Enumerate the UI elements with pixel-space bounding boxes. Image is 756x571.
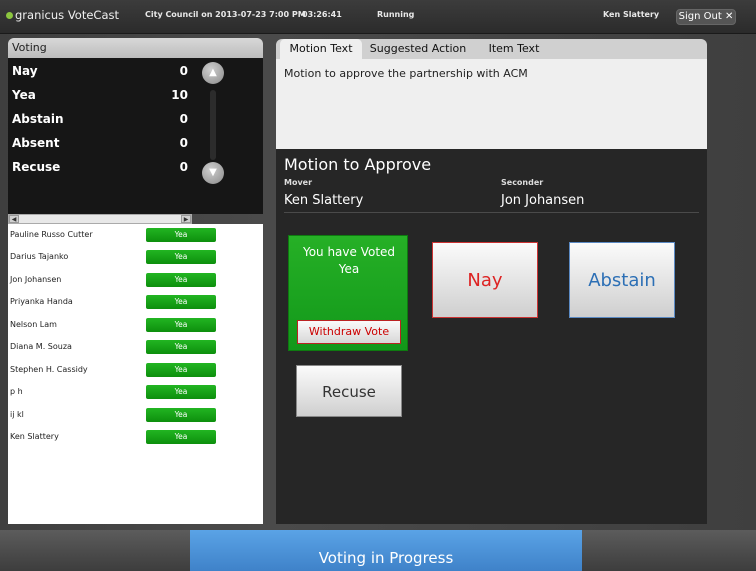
list-item: Priyanka Handa Yea — [8, 291, 263, 313]
tally-row-yea: Yea 10 — [8, 84, 188, 108]
member-name: Nelson Lam — [10, 320, 57, 329]
member-name: Jon Johansen — [10, 275, 62, 284]
voting-status-banner: Voting in Progress — [190, 530, 582, 571]
member-name: p h — [10, 387, 23, 396]
current-user: Ken Slattery — [603, 10, 660, 19]
scroll-thumb[interactable] — [210, 90, 216, 160]
list-item: Ken Slattery Yea — [8, 426, 263, 448]
member-name: Diana M. Souza — [10, 342, 72, 351]
member-vote-badge: Yea — [146, 363, 216, 377]
member-vote-badge: Yea — [146, 295, 216, 309]
member-name: Priyanka Handa — [10, 297, 73, 306]
horizontal-scrollbar[interactable]: ◀ ▶ — [8, 214, 192, 224]
list-item: Pauline Russo Cutter Yea — [8, 224, 263, 246]
motion-title: Motion to Approve — [284, 155, 432, 174]
list-item: Nelson Lam Yea — [8, 314, 263, 336]
abstain-button[interactable]: Abstain — [569, 242, 675, 318]
list-item: ij kl Yea — [8, 404, 263, 426]
tally-scrollbar[interactable]: ▲ ▼ — [198, 62, 228, 192]
tally-row-nay: Nay 0 — [8, 60, 188, 84]
tally-count: 0 — [179, 160, 188, 174]
mover-name: Ken Slattery — [284, 193, 364, 208]
member-vote-list: Pauline Russo Cutter Yea Darius Tajanko … — [8, 224, 263, 524]
meeting-title: City Council on 2013-07-23 7:00 PM — [145, 10, 306, 19]
tally-label: Recuse — [12, 160, 61, 174]
member-name: ij kl — [10, 410, 24, 419]
voted-status-box: You have Voted Yea Withdraw Vote — [288, 235, 408, 351]
list-item: p h Yea — [8, 381, 263, 403]
member-name: Ken Slattery — [10, 432, 59, 441]
tally-row-absent: Absent 0 — [8, 132, 188, 156]
app-logo: granicus VoteCast — [6, 0, 119, 30]
member-vote-badge: Yea — [146, 318, 216, 332]
motion-tabs: Motion Text Suggested Action Item Text — [276, 39, 707, 59]
withdraw-vote-button[interactable]: Withdraw Vote — [297, 320, 401, 344]
granicus-logo-icon — [6, 12, 13, 19]
tally-count: 10 — [171, 88, 188, 102]
list-item: Diana M. Souza Yea — [8, 336, 263, 358]
voting-panel-title: Voting — [8, 38, 263, 58]
tally-count: 0 — [179, 64, 188, 78]
sign-out-button[interactable]: Sign Out ✕ — [676, 9, 736, 25]
meeting-status: Running — [377, 10, 415, 19]
divider — [284, 212, 699, 213]
tab-suggested-action[interactable]: Suggested Action — [364, 39, 472, 59]
tab-item-text[interactable]: Item Text — [476, 39, 552, 59]
tab-motion-text[interactable]: Motion Text — [280, 39, 362, 59]
scroll-up-icon[interactable]: ▲ — [202, 62, 224, 84]
member-vote-badge: Yea — [146, 385, 216, 399]
tally-count: 0 — [179, 112, 188, 126]
member-vote-badge: Yea — [146, 228, 216, 242]
motion-text-content: Motion to approve the partnership with A… — [276, 59, 707, 149]
scroll-down-icon[interactable]: ▼ — [202, 162, 224, 184]
tally-label: Absent — [12, 136, 60, 150]
member-name: Darius Tajanko — [10, 252, 69, 261]
seconder-name: Jon Johansen — [501, 193, 585, 208]
member-name: Pauline Russo Cutter — [10, 230, 93, 239]
list-item: Darius Tajanko Yea — [8, 246, 263, 268]
member-vote-badge: Yea — [146, 340, 216, 354]
scroll-right-icon[interactable]: ▶ — [181, 215, 191, 223]
top-bar: granicus VoteCast City Council on 2013-0… — [0, 0, 756, 34]
nay-button[interactable]: Nay — [432, 242, 538, 318]
seconder-label: Seconder — [501, 178, 544, 187]
motion-panel: Motion Text Suggested Action Item Text M… — [276, 39, 707, 524]
voted-status-text: You have Voted Yea — [302, 245, 396, 276]
member-vote-badge: Yea — [146, 273, 216, 287]
recuse-button[interactable]: Recuse — [296, 365, 402, 417]
tally-label: Yea — [12, 88, 36, 102]
voting-panel: Voting Nay 0 Yea 10 Abstain 0 Absent 0 R… — [8, 38, 263, 524]
tally-label: Abstain — [12, 112, 64, 126]
vote-tally: Nay 0 Yea 10 Abstain 0 Absent 0 Recuse 0… — [8, 58, 263, 214]
scroll-left-icon[interactable]: ◀ — [9, 215, 19, 223]
member-vote-badge: Yea — [146, 408, 216, 422]
tally-row-abstain: Abstain 0 — [8, 108, 188, 132]
tally-row-recuse: Recuse 0 — [8, 156, 188, 180]
tally-count: 0 — [179, 136, 188, 150]
member-name: Stephen H. Cassidy — [10, 365, 88, 374]
list-item: Jon Johansen Yea — [8, 269, 263, 291]
motion-details: Motion to Approve Mover Ken Slattery Sec… — [276, 149, 707, 524]
footer-bar: Voting in Progress — [0, 530, 756, 571]
tally-label: Nay — [12, 64, 38, 78]
list-item: Stephen H. Cassidy Yea — [8, 359, 263, 381]
meeting-timer: 03:26:41 — [302, 10, 342, 19]
member-vote-badge: Yea — [146, 430, 216, 444]
mover-label: Mover — [284, 178, 313, 187]
member-vote-badge: Yea — [146, 250, 216, 264]
